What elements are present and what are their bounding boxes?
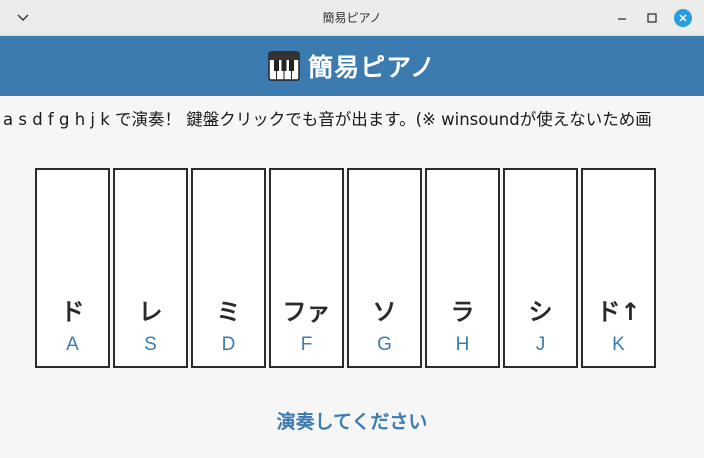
app-window: 簡易ピアノ 簡易ピアノ a s d f g h j k で演奏！ 鍵盤クリックで…: [0, 0, 704, 458]
piano-keyboard: ド A レ S ミ D ファ F ソ G ラ H シ J ド↑ K: [35, 168, 656, 368]
key-note-label: ファ: [282, 298, 331, 326]
key-shortcut-label: F: [300, 334, 313, 355]
minimize-button[interactable]: [613, 9, 631, 27]
close-button[interactable]: [674, 9, 692, 27]
key-note-label: ド↑: [596, 298, 641, 326]
piano-key-do[interactable]: ド A: [35, 168, 110, 368]
key-note-label: ミ: [216, 298, 241, 326]
key-note-label: レ: [138, 298, 163, 326]
status-text: 演奏してください: [276, 411, 428, 433]
key-note-label: シ: [528, 298, 553, 326]
key-shortcut-label: G: [377, 334, 392, 355]
key-note-label: ラ: [450, 298, 475, 326]
instructions-text: a s d f g h j k で演奏！ 鍵盤クリックでも音が出ます。(※ wi…: [3, 110, 652, 129]
window-title: 簡易ピアノ: [322, 11, 382, 25]
piano-icon: [268, 51, 300, 81]
key-shortcut-label: J: [535, 334, 546, 355]
key-shortcut-label: S: [144, 334, 157, 355]
key-note-label: ド: [60, 298, 85, 326]
key-note-label: ソ: [372, 298, 397, 326]
key-shortcut-label: A: [66, 334, 79, 355]
header-title: 簡易ピアノ: [308, 53, 436, 82]
piano-key-shi[interactable]: シ J: [503, 168, 578, 368]
key-shortcut-label: H: [455, 334, 470, 355]
key-shortcut-label: D: [221, 334, 236, 355]
piano-key-ra[interactable]: ラ H: [425, 168, 500, 368]
piano-key-fa[interactable]: ファ F: [269, 168, 344, 368]
piano-key-re[interactable]: レ S: [113, 168, 188, 368]
piano-key-so[interactable]: ソ G: [347, 168, 422, 368]
key-shortcut-label: K: [612, 334, 625, 355]
piano-key-mi[interactable]: ミ D: [191, 168, 266, 368]
piano-key-do-high[interactable]: ド↑ K: [581, 168, 656, 368]
title-bar: 簡易ピアノ: [0, 0, 704, 36]
maximize-button[interactable]: [643, 9, 661, 27]
app-header: 簡易ピアノ: [0, 36, 704, 96]
